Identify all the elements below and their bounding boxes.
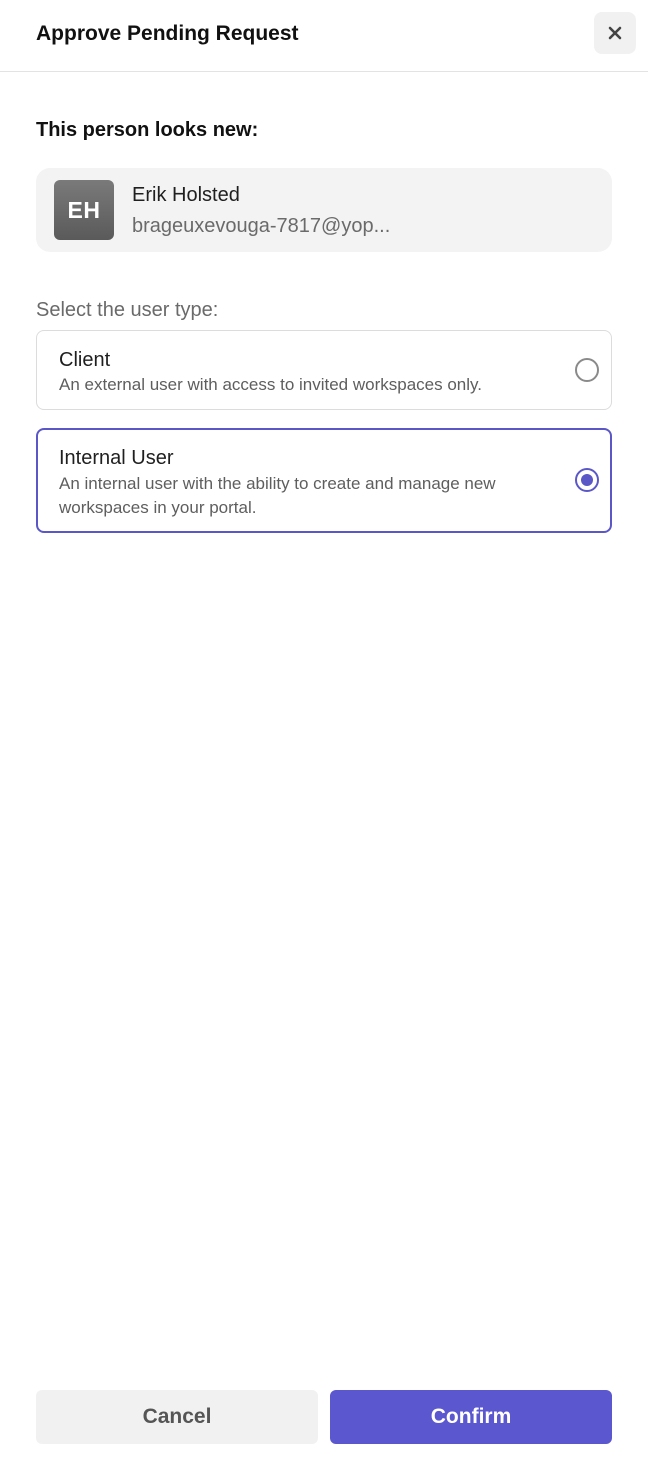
- cancel-button[interactable]: Cancel: [36, 1390, 318, 1444]
- user-type-option-internal[interactable]: Internal User An internal user with the …: [36, 428, 612, 533]
- close-icon: [608, 26, 622, 40]
- dialog-title: Approve Pending Request: [36, 22, 299, 45]
- radio-selected-dot: [581, 474, 593, 486]
- option-description: An external user with access to invited …: [59, 375, 482, 394]
- person-card: EH Erik Holsted brageuxevouga-7817@yop..…: [36, 168, 612, 252]
- internal-user-radio[interactable]: [575, 468, 599, 492]
- option-title: Client: [59, 349, 111, 371]
- option-title: Internal User: [59, 447, 174, 469]
- user-type-label: Select the user type:: [36, 299, 219, 321]
- dialog-header: Approve Pending Request: [0, 0, 648, 72]
- option-description: An internal user with the ability to cre…: [59, 474, 496, 517]
- user-type-option-client[interactable]: Client An external user with access to i…: [36, 330, 612, 410]
- person-heading: This person looks new:: [36, 119, 259, 141]
- client-radio[interactable]: [575, 358, 599, 382]
- person-name: Erik Holsted: [132, 184, 240, 206]
- close-button[interactable]: [594, 12, 636, 54]
- confirm-button[interactable]: Confirm: [330, 1390, 612, 1444]
- avatar: EH: [54, 180, 114, 240]
- person-email: brageuxevouga-7817@yop...: [132, 215, 391, 237]
